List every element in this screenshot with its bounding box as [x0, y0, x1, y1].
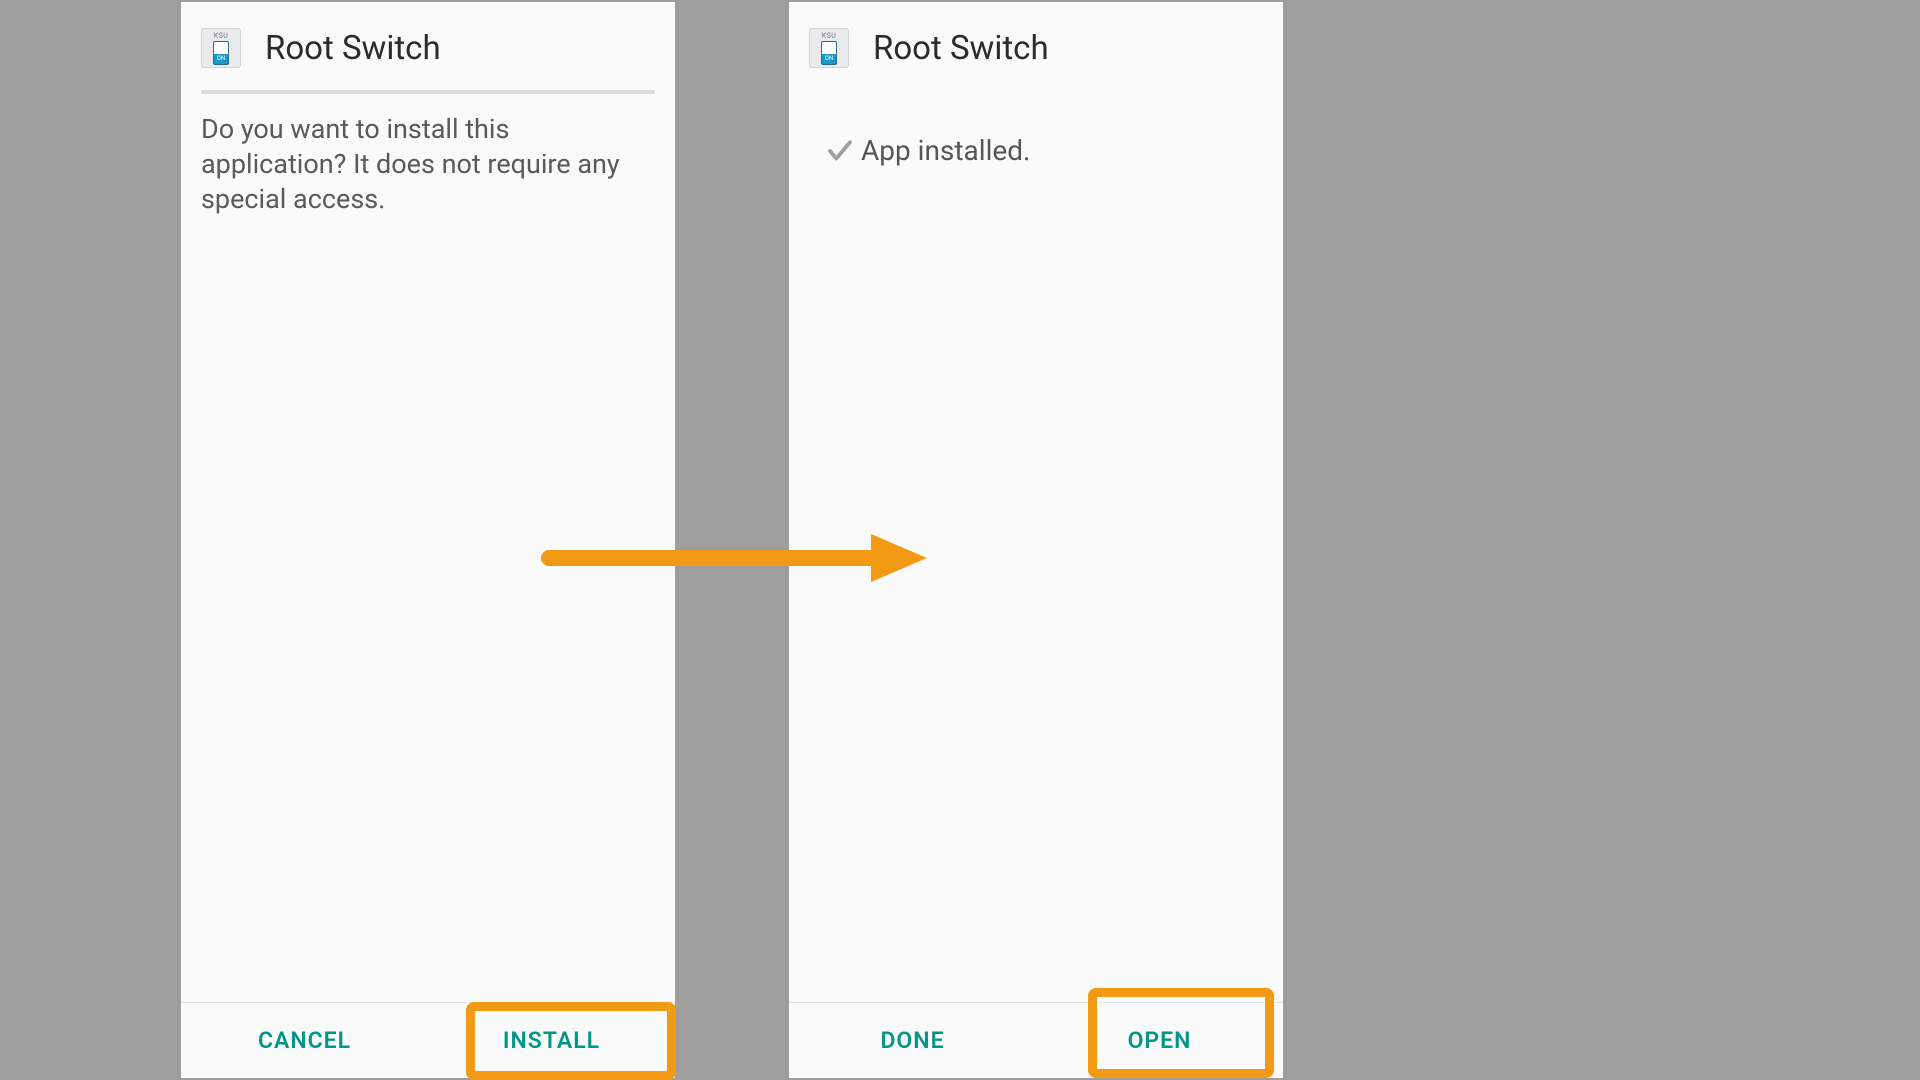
app-icon-caption: KSU — [214, 32, 229, 40]
open-button[interactable]: OPEN — [1036, 1003, 1283, 1078]
app-icon-tag: ON — [822, 54, 836, 64]
installed-screen: KSU ON Root Switch App installed. DONE O… — [789, 2, 1283, 1078]
done-button[interactable]: DONE — [789, 1003, 1036, 1078]
footer-buttons: DONE OPEN — [789, 1002, 1283, 1078]
app-title: Root Switch — [873, 29, 1049, 68]
checkmark-icon — [825, 136, 855, 166]
app-icon: KSU ON — [809, 28, 849, 68]
cancel-button[interactable]: CANCEL — [181, 1003, 428, 1078]
install-prompt-screen: KSU ON Root Switch Do you want to instal… — [181, 2, 675, 1078]
header: KSU ON Root Switch — [181, 2, 675, 90]
install-description: Do you want to install this application?… — [181, 94, 675, 217]
app-icon: KSU ON — [201, 28, 241, 68]
footer-buttons: CANCEL INSTALL — [181, 1002, 675, 1078]
installed-row: App installed. — [789, 90, 1283, 167]
install-button[interactable]: INSTALL — [428, 1003, 675, 1078]
app-title: Root Switch — [265, 29, 441, 68]
header: KSU ON Root Switch — [789, 2, 1283, 90]
app-icon-tag: ON — [214, 54, 228, 64]
app-icon-caption: KSU — [822, 32, 837, 40]
installed-text: App installed. — [861, 134, 1030, 167]
